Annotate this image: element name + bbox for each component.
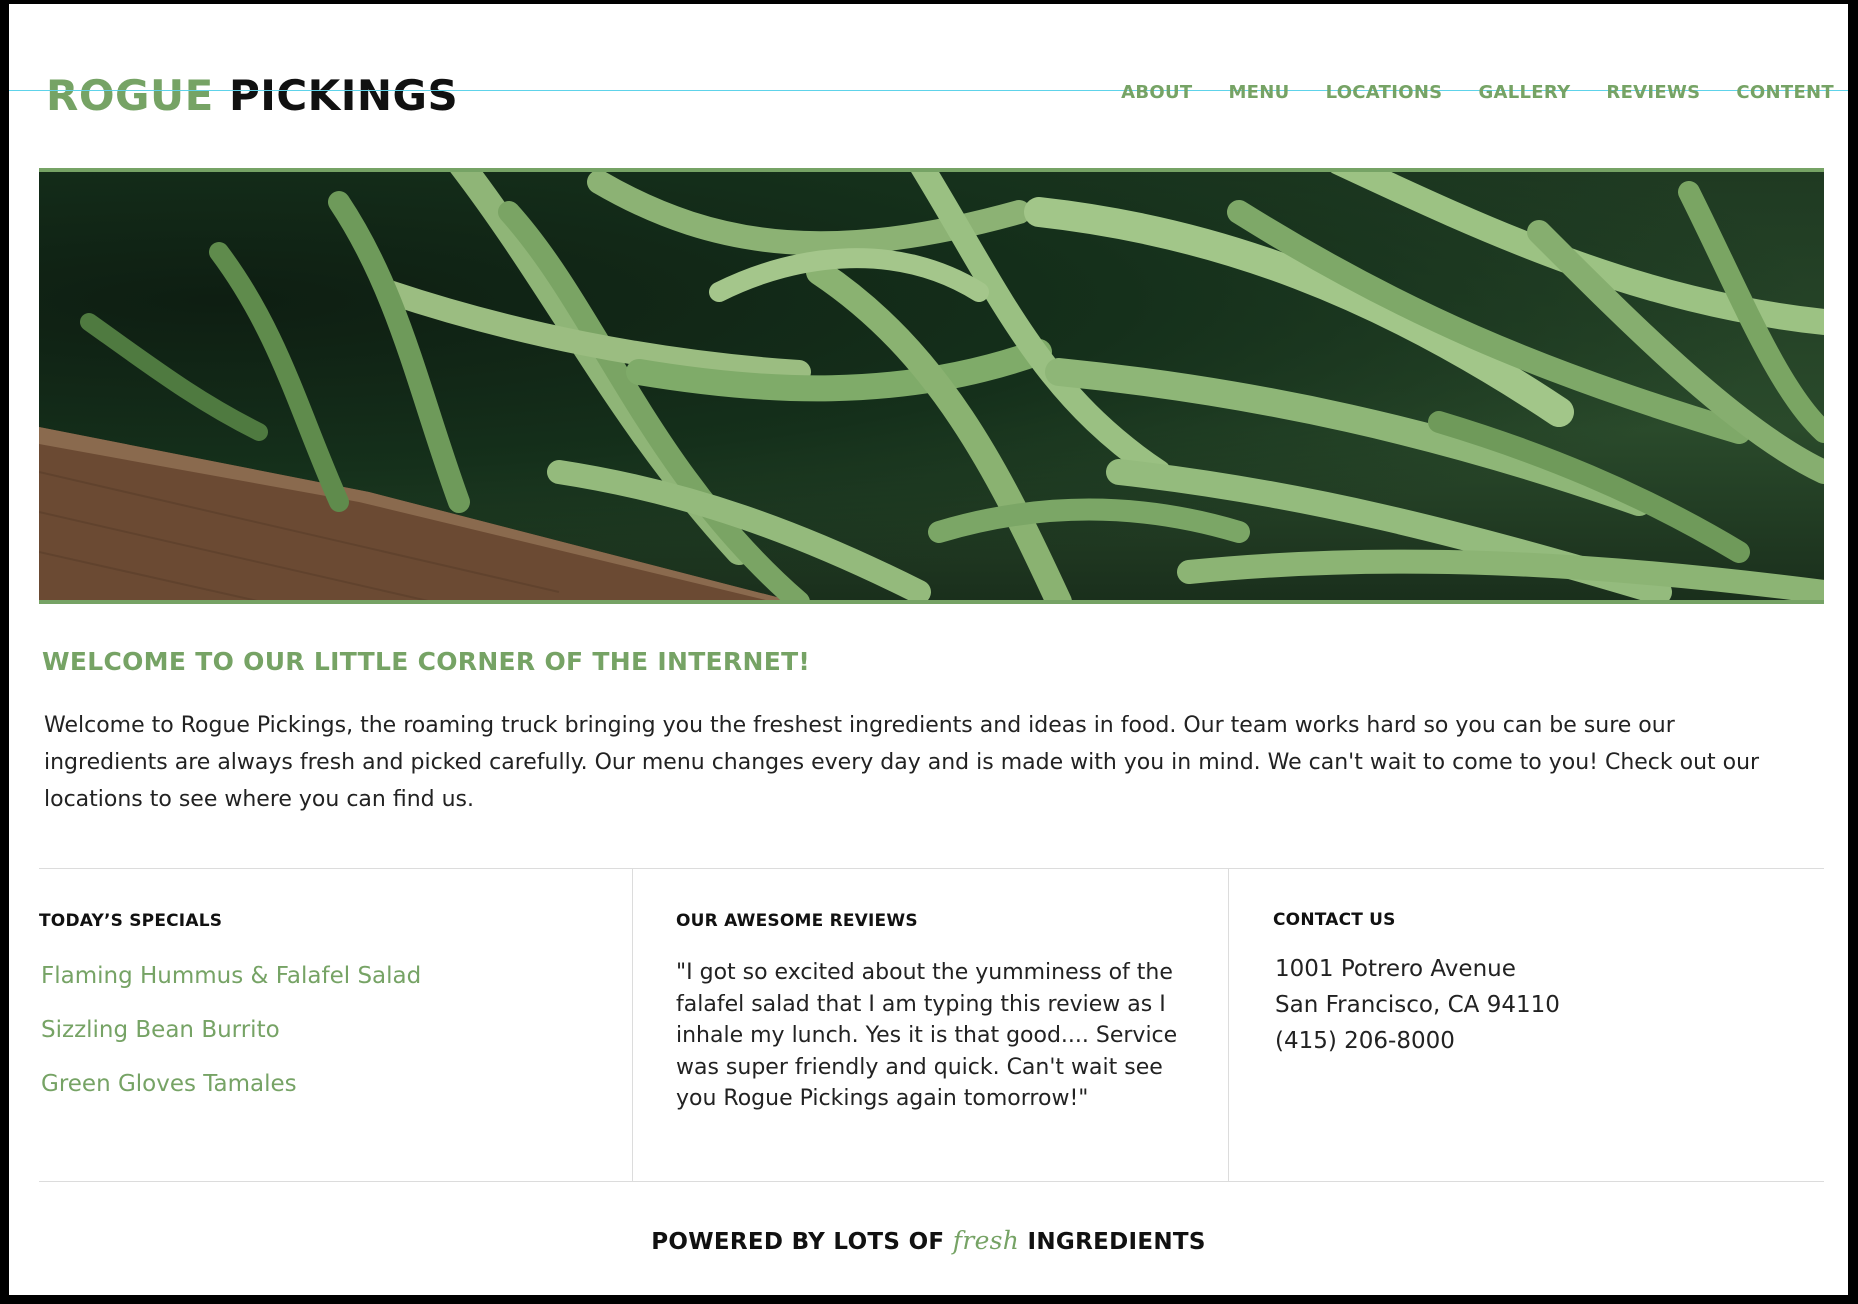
divider-bottom	[39, 1181, 1824, 1182]
specials-title: TODAY’S SPECIALS	[39, 911, 223, 931]
special-item[interactable]: Sizzling Bean Burrito	[41, 1017, 280, 1043]
page-frame: ROGUE PICKINGS ABOUT MENU LOCATIONS GALL…	[9, 4, 1848, 1295]
welcome-title: WELCOME TO OUR LITTLE CORNER OF THE INTE…	[42, 647, 811, 676]
nav-about[interactable]: ABOUT	[1121, 82, 1192, 103]
green-beans-photo-icon	[39, 172, 1824, 600]
hero-image	[39, 168, 1824, 604]
footer-tagline: POWERED BY LOTS OF fresh INGREDIENTS	[9, 1226, 1848, 1255]
contact-title: CONTACT US	[1273, 910, 1396, 930]
divider-col2	[1228, 868, 1229, 1182]
special-item[interactable]: Green Gloves Tamales	[41, 1071, 297, 1097]
nav-menu[interactable]: MENU	[1228, 82, 1289, 103]
review-quote: "I got so excited about the yumminess of…	[676, 960, 1178, 1111]
logo-pickings: PICKINGS	[228, 71, 459, 120]
footer-fresh: fresh	[952, 1226, 1020, 1255]
special-item[interactable]: Flaming Hummus & Falafel Salad	[41, 963, 421, 989]
nav-locations[interactable]: LOCATIONS	[1326, 82, 1443, 103]
logo-rogue: ROGUE	[46, 71, 214, 120]
divider-top	[39, 868, 1824, 869]
site-logo[interactable]: ROGUE PICKINGS	[46, 71, 458, 120]
nav-gallery[interactable]: GALLERY	[1478, 82, 1570, 103]
divider-col1	[632, 868, 633, 1182]
main-nav: ABOUT MENU LOCATIONS GALLERY REVIEWS CON…	[1121, 82, 1834, 103]
contact-address-line2: San Francisco, CA 94110	[1275, 992, 1560, 1018]
contact-phone[interactable]: (415) 206-8000	[1275, 1028, 1455, 1054]
footer-text-before: POWERED BY LOTS OF	[651, 1229, 945, 1255]
nav-reviews[interactable]: REVIEWS	[1606, 82, 1700, 103]
welcome-text: Welcome to Rogue Pickings, the roaming t…	[44, 713, 1760, 812]
footer-text-after: INGREDIENTS	[1027, 1229, 1206, 1255]
reviews-title: OUR AWESOME REVIEWS	[676, 911, 918, 931]
contact-address-line1: 1001 Potrero Avenue	[1275, 956, 1516, 982]
nav-content[interactable]: CONTENT	[1736, 82, 1834, 103]
